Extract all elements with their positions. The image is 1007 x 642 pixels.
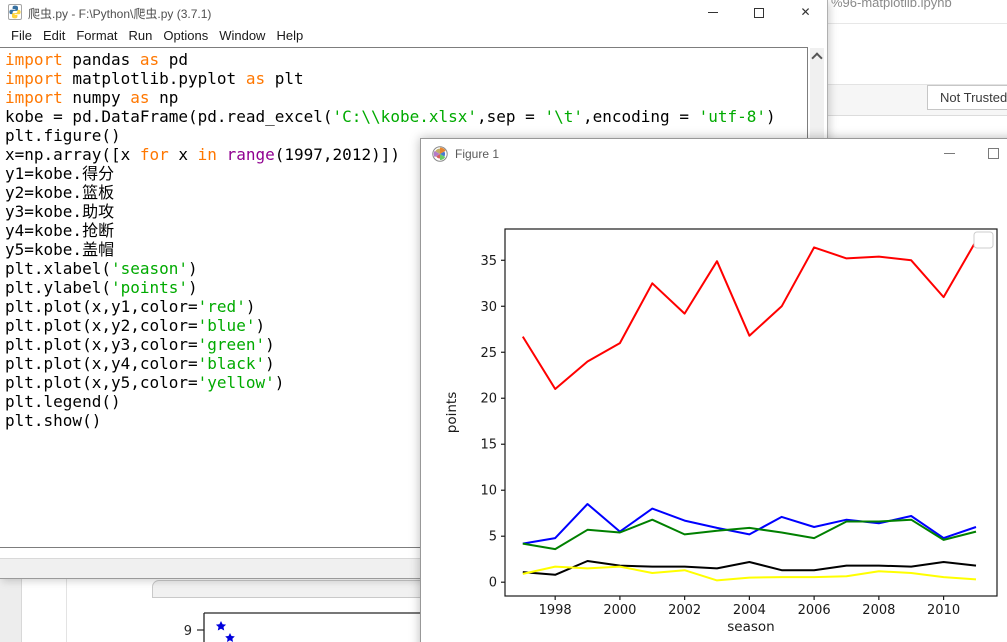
code-line: kobe = pd.DataFrame(pd.read_excel('C:\\k… [5, 107, 776, 126]
x-axis-label: season [727, 619, 774, 635]
maximize-icon [753, 7, 764, 18]
menu-item-file[interactable]: File [11, 25, 32, 43]
y-tick-label: 30 [480, 300, 497, 315]
idle-window-title: 爬虫.py - F:\Python\爬虫.py (3.7.1) [28, 7, 212, 21]
menu-item-help[interactable]: Help [276, 25, 303, 43]
x-tick-label: 2010 [927, 603, 960, 618]
idle-menu-bar: File Edit Format Run Options Window Help [0, 25, 827, 47]
figure-canvas: 1998 2000 2002 2004 2006 2008 2010 0 5 10 15 20 25 30… [421, 169, 1007, 642]
figure-window: Figure 1 1998 2000 2002 2004 2006 2008 2010 0 5 1… [420, 138, 1007, 642]
scatter-marker [225, 633, 235, 642]
minimize-icon [707, 12, 718, 14]
notebook-header-divider [828, 23, 1007, 24]
menu-item-format[interactable]: Format [76, 25, 117, 43]
scroll-up-button[interactable] [810, 52, 824, 70]
y-tick-label: 10 [480, 484, 497, 499]
background-chart-fragment: 9 [184, 612, 430, 642]
maximize-icon [987, 148, 999, 160]
scroll-up-icon [811, 52, 823, 64]
code-line: import matplotlib.pyplot as plt [5, 69, 304, 88]
y-tick-label: 20 [480, 392, 497, 407]
figure-minimize-button[interactable] [932, 139, 966, 169]
notebook-left-margin [0, 578, 22, 642]
y-tick-label: 25 [480, 346, 497, 361]
empty-legend-box [973, 231, 994, 249]
axes-frame [504, 228, 998, 597]
x-tick-label: 1998 [539, 603, 572, 618]
python-file-icon [8, 4, 22, 20]
not-trusted-button[interactable]: Not Trusted [927, 85, 1007, 110]
y-tick-label: 35 [480, 254, 497, 269]
figure-title-bar[interactable]: Figure 1 [421, 139, 1007, 169]
close-button[interactable]: ✕ [783, 0, 828, 25]
y-axis-label: points [444, 392, 460, 433]
bg-ytick-label: 9 [184, 624, 192, 639]
x-tick-label: 2004 [733, 603, 766, 618]
menu-item-run[interactable]: Run [129, 25, 153, 43]
scatter-marker [215, 621, 227, 631]
idle-title-bar[interactable]: 爬虫.py - F:\Python\爬虫.py (3.7.1) ✕ [0, 0, 827, 25]
maximize-button[interactable] [736, 0, 781, 25]
series-line-yellow [522, 565, 977, 582]
x-tick-label: 2002 [668, 603, 701, 618]
y-tick-label: 0 [489, 576, 497, 591]
x-tick-label: 2006 [798, 603, 831, 618]
menu-item-edit[interactable]: Edit [43, 25, 65, 43]
figure-maximize-button[interactable] [976, 139, 1007, 169]
figure-window-title: Figure 1 [455, 147, 500, 161]
series-line-blue [522, 503, 977, 545]
x-tick-label: 2008 [862, 603, 895, 618]
desktop: %96-matplotlib.ipynb Not Trusted 9 爬虫.py… [0, 0, 1007, 642]
line-chart: 1998 2000 2002 2004 2006 2008 2010 0 5 10 15 20 25 30… [444, 228, 998, 635]
x-tick-label: 2000 [603, 603, 636, 618]
minimize-button[interactable] [690, 0, 735, 25]
y-tick-label: 15 [480, 438, 497, 453]
code-line: import numpy as np [5, 88, 179, 107]
matplotlib-icon [432, 146, 448, 162]
menu-item-window[interactable]: Window [219, 25, 265, 43]
notebook-tab-title[interactable]: %96-matplotlib.ipynb [831, 0, 1001, 13]
minimize-icon [943, 153, 955, 155]
notebook-cell-border [66, 578, 67, 642]
series-line-red [521, 240, 977, 390]
close-icon: ✕ [800, 5, 811, 19]
menu-item-options[interactable]: Options [163, 25, 208, 43]
code-line: import pandas as pd [5, 50, 189, 69]
y-tick-label: 5 [489, 530, 497, 545]
